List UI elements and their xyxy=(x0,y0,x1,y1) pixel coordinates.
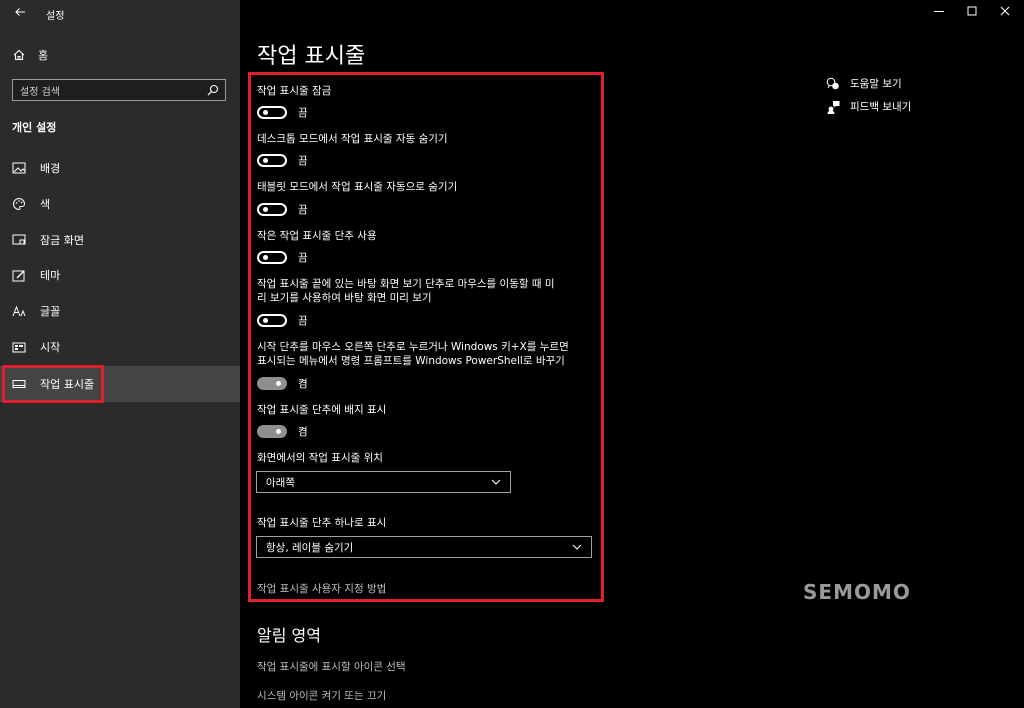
sidebar-item-color[interactable]: 색 xyxy=(0,186,240,222)
lock-taskbar-toggle[interactable] xyxy=(257,105,287,119)
sidebar-item-lock-screen[interactable]: 잠금 화면 xyxy=(0,222,240,258)
toggle-row: 끔 xyxy=(257,249,308,265)
toggle-row: 끔 xyxy=(257,152,308,168)
get-help-link[interactable]: 도움말 보기 xyxy=(826,76,902,91)
lock-screen-icon xyxy=(12,233,26,247)
sidebar-item-label: 잠금 화면 xyxy=(40,234,84,247)
home-nav[interactable]: 홈 xyxy=(12,46,48,64)
combine-dropdown[interactable]: 항상, 레이블 숨기기 xyxy=(256,536,592,558)
search-placeholder: 설정 검색 xyxy=(20,86,60,98)
setting-label-autohide-tablet: 태블릿 모드에서 작업 표시줄 자동으로 숨기기 xyxy=(257,181,458,193)
autohide-desktop-toggle[interactable] xyxy=(257,153,287,167)
small-buttons-toggle[interactable] xyxy=(257,250,287,264)
page-title: 작업 표시줄 xyxy=(257,44,366,69)
peek-toggle[interactable] xyxy=(257,313,287,327)
setting-label-badges: 작업 표시줄 단추에 배지 표시 xyxy=(257,404,387,416)
setting-label-autohide-desktop: 데스크톱 모드에서 작업 표시줄 자동 숨기기 xyxy=(257,133,448,145)
toggle-state: 끔 xyxy=(298,106,308,119)
notification-area-title: 알림 영역 xyxy=(257,626,321,645)
maximize-icon[interactable] xyxy=(963,4,981,20)
sidebar: 설정 홈 설정 검색 개인 설정 배경 색 잠금 화면 테마 글꼴 시작 작업 … xyxy=(0,0,240,708)
setting-label-peek: 작업 표시줄 끝에 있는 바탕 화면 보기 단추로 마우스를 이동할 때 미 리… xyxy=(257,277,597,305)
toggle-row: 끔 xyxy=(257,201,308,217)
system-icons-link[interactable]: 시스템 아이콘 켜기 또는 끄기 xyxy=(257,688,386,703)
dropdown-value: 항상, 레이블 숨기기 xyxy=(266,541,354,554)
combine-label: 작업 표시줄 단추 하나로 표시 xyxy=(257,517,387,529)
toggle-state: 켬 xyxy=(298,377,308,390)
powershell-toggle[interactable] xyxy=(257,376,287,390)
feedback-link[interactable]: 피드백 보내기 xyxy=(826,99,911,114)
sidebar-item-theme[interactable]: 테마 xyxy=(0,257,240,293)
toggle-state: 켬 xyxy=(298,425,308,438)
select-icons-link[interactable]: 작업 표시줄에 표시할 아이콘 선택 xyxy=(257,659,406,674)
feedback-label: 피드백 보내기 xyxy=(850,101,912,113)
setting-label-line: 표시되는 메뉴에서 명령 프롬프트를 Windows PowerShell로 바… xyxy=(257,355,565,367)
search-input[interactable]: 설정 검색 xyxy=(12,79,226,101)
sidebar-item-label: 테마 xyxy=(40,269,61,282)
sidebar-item-background[interactable]: 배경 xyxy=(0,150,240,186)
feedback-icon xyxy=(826,100,840,114)
setting-label-line: 시작 단추를 마우스 오른쪽 단추로 누르거나 Windows 키+X를 누르면 xyxy=(257,341,569,353)
toggle-row: 끔 xyxy=(257,312,308,328)
start-icon xyxy=(12,340,26,354)
sidebar-item-start[interactable]: 시작 xyxy=(0,329,240,365)
home-icon xyxy=(12,48,26,62)
sidebar-item-label: 시작 xyxy=(40,341,61,354)
chevron-down-icon xyxy=(571,541,583,553)
setting-label-line: 작업 표시줄 끝에 있는 바탕 화면 보기 단추로 마우스를 이동할 때 미 xyxy=(257,278,555,290)
get-help-label: 도움말 보기 xyxy=(850,78,902,90)
position-label: 화면에서의 작업 표시줄 위치 xyxy=(257,452,383,464)
autohide-tablet-toggle[interactable] xyxy=(257,202,287,216)
font-icon xyxy=(12,304,26,318)
dropdown-value: 아래쪽 xyxy=(266,476,295,489)
section-title: 개인 설정 xyxy=(12,121,57,134)
badges-toggle[interactable] xyxy=(257,424,287,438)
toggle-state: 끔 xyxy=(298,251,308,264)
setting-label-lock-taskbar: 작업 표시줄 잠금 xyxy=(257,85,332,97)
toggle-row: 끔 xyxy=(257,104,308,120)
watermark: SEMOMO xyxy=(803,580,911,604)
palette-icon xyxy=(12,197,26,211)
setting-label-powershell: 시작 단추를 마우스 오른쪽 단추로 누르거나 Windows 키+X를 누르면… xyxy=(257,340,597,368)
toggle-state: 끔 xyxy=(298,154,308,167)
sidebar-item-label: 글꼴 xyxy=(40,305,61,318)
close-icon[interactable] xyxy=(996,4,1014,20)
search-icon[interactable] xyxy=(206,83,220,97)
setting-label-line: 리 보기를 사용하여 바탕 화면 미리 보기 xyxy=(257,292,432,304)
setting-label-small-buttons: 작은 작업 표시줄 단추 사용 xyxy=(257,230,377,242)
customize-taskbar-link[interactable]: 작업 표시줄 사용자 지정 방법 xyxy=(257,581,386,596)
chat-help-icon xyxy=(826,77,840,91)
sidebar-item-label: 색 xyxy=(40,198,51,211)
toggle-row: 켬 xyxy=(257,375,308,391)
picture-icon xyxy=(12,161,26,175)
toggle-state: 끔 xyxy=(298,314,308,327)
sidebar-item-fonts[interactable]: 글꼴 xyxy=(0,293,240,329)
minimize-icon[interactable] xyxy=(930,4,948,20)
app-title: 설정 xyxy=(46,11,65,22)
theme-icon xyxy=(12,268,26,282)
toggle-state: 끔 xyxy=(298,203,308,216)
home-label: 홈 xyxy=(38,49,49,62)
back-arrow-icon[interactable] xyxy=(12,6,28,22)
position-dropdown[interactable]: 아래쪽 xyxy=(256,471,511,493)
chevron-down-icon xyxy=(490,476,502,488)
sidebar-item-label: 배경 xyxy=(40,162,61,175)
toggle-row: 켬 xyxy=(257,423,308,439)
highlight-outline xyxy=(2,365,104,403)
